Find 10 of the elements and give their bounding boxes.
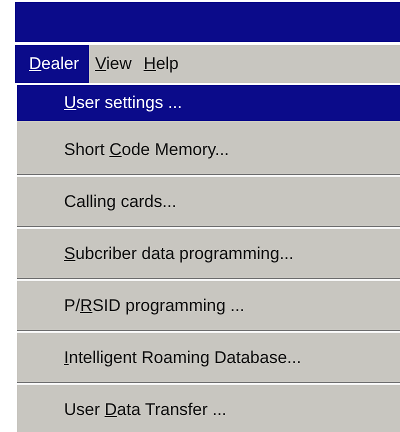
menu-item[interactable]: Calling cards... — [17, 177, 400, 229]
menu-title[interactable]: Help — [138, 45, 185, 83]
menu-item[interactable]: Short Code Memory... — [17, 125, 400, 177]
menu-title[interactable]: View — [89, 45, 138, 83]
menu-item[interactable]: Subcriber data programming... — [17, 229, 400, 281]
menu-item[interactable]: User Data Transfer ... — [17, 385, 400, 432]
menu-item[interactable]: Intelligent Roaming Database... — [17, 333, 400, 385]
menu-item[interactable]: User settings ... — [17, 85, 400, 125]
menu-title[interactable]: Dealer — [15, 45, 90, 83]
menu-item[interactable]: P/RSID programming ... — [17, 281, 400, 333]
